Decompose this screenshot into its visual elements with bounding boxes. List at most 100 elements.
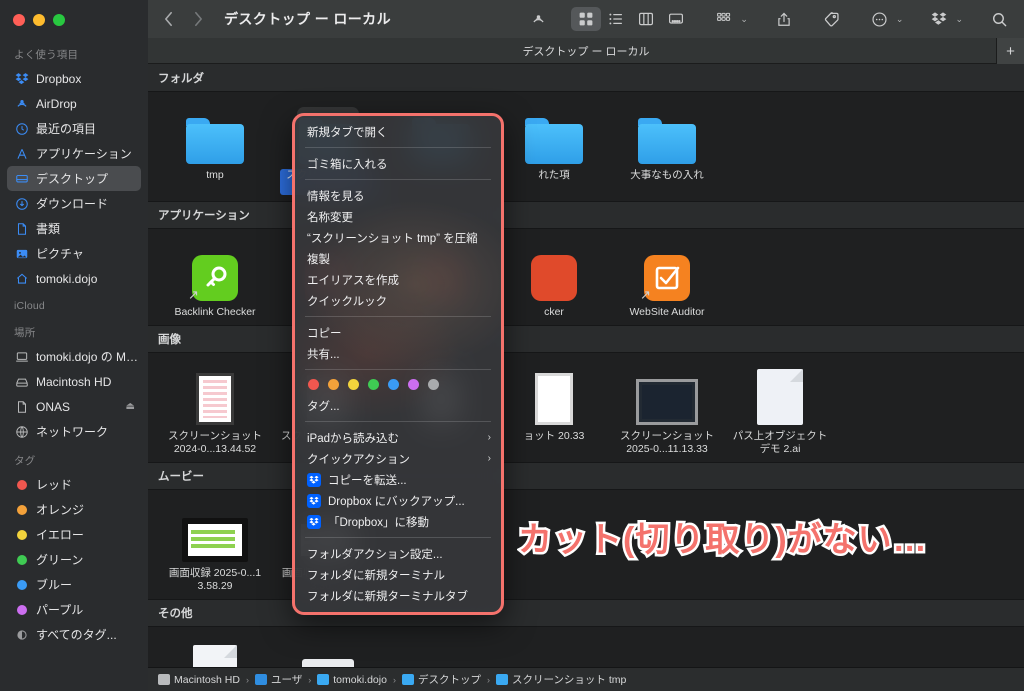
tag-swatch-orange[interactable] [328, 379, 339, 390]
chevron-down-icon[interactable]: ⌄ [955, 14, 963, 25]
eject-icon[interactable]: ⏏ [126, 401, 135, 412]
view-list[interactable] [601, 7, 631, 31]
group-by-button[interactable] [709, 7, 739, 31]
new-tab-button[interactable]: + [996, 38, 1024, 64]
more-actions-button[interactable] [865, 7, 895, 31]
file-item[interactable]: パス上オブジェクト デモ 2.ai [731, 363, 829, 456]
menu-item-duplicate[interactable]: 複製 [295, 248, 501, 269]
view-icon-grid[interactable] [571, 7, 602, 31]
sidebar-item-downloads[interactable]: ダウンロード [7, 191, 141, 216]
tag-swatch-yellow[interactable] [348, 379, 359, 390]
file-item[interactable]: ↗ WebSite Auditor [618, 239, 716, 319]
dropbox-icon[interactable] [924, 7, 954, 31]
sidebar-item-desktop[interactable]: デスクトップ [7, 166, 141, 191]
sidebar-item-onas[interactable]: ONAS ⏏ [7, 394, 141, 419]
file-item[interactable]: れた項 [505, 102, 603, 195]
file-item[interactable]: ↗ Backlink Checker [166, 239, 264, 319]
menu-item-compress[interactable]: “スクリーンショット tmp” を圧縮 [295, 227, 501, 248]
file-item[interactable]: ョット 20.33 [505, 363, 603, 456]
sidebar-item-all-tags[interactable]: すべてのタグ... [7, 622, 141, 647]
file-item[interactable]: スクリーンショット 2025-0...11.13.33 [618, 363, 716, 456]
file-item[interactable]: 大事なもの入れ [618, 102, 716, 195]
tag-swatch-green[interactable] [368, 379, 379, 390]
file-item[interactable]: 画面収録 2025-0...13.58.29 [166, 500, 264, 593]
back-button[interactable] [156, 7, 180, 31]
tag-dot-icon [14, 552, 29, 567]
menu-item-quick-actions[interactable]: クイックアクション › [295, 448, 501, 469]
menu-item-tags[interactable]: タグ... [295, 395, 501, 416]
menu-item-move-to-trash[interactable]: ゴミ箱に入れる [295, 153, 501, 174]
tag-swatch-blue[interactable] [388, 379, 399, 390]
menu-item-label: ゴミ箱に入れる [307, 158, 388, 171]
path-item-home[interactable]: tomoki.dojo [317, 674, 387, 686]
maximize-button[interactable] [53, 14, 65, 26]
file-item[interactable]: tmp [166, 102, 264, 195]
sidebar-item-label: Dropbox [36, 71, 82, 86]
close-button[interactable] [13, 14, 25, 26]
file-item[interactable] [166, 637, 264, 667]
view-column[interactable] [631, 7, 661, 31]
menu-item-folder-actions-setup[interactable]: フォルダアクション設定... [295, 543, 501, 564]
sidebar-item-airdrop[interactable]: AirDrop [7, 91, 141, 116]
chevron-down-icon[interactable]: ⌄ [896, 14, 904, 25]
menu-item-new-terminal-at-folder[interactable]: フォルダに新規ターミナル [295, 564, 501, 585]
sidebar-item-tag-orange[interactable]: オレンジ [7, 497, 141, 522]
sidebar-item-recents[interactable]: 最近の項目 [7, 116, 141, 141]
menu-item-label: タグ... [307, 400, 340, 413]
menu-item-backup-to-dropbox[interactable]: Dropbox にバックアップ... [295, 490, 501, 511]
menu-item-move-to-dropbox[interactable]: 「Dropbox」に移動 [295, 511, 501, 532]
minimize-button[interactable] [33, 14, 45, 26]
sidebar-item-pictures[interactable]: ピクチャ [7, 241, 141, 266]
sidebar-item-tag-yellow[interactable]: イエロー [7, 522, 141, 547]
tag-swatch-red[interactable] [308, 379, 319, 390]
tab-title[interactable]: デスクトップ ー ローカル [522, 43, 649, 59]
menu-separator [305, 147, 491, 148]
tag-color-swatches[interactable] [295, 375, 501, 395]
sidebar-item-tag-blue[interactable]: ブルー [7, 572, 141, 597]
tag-swatch-gray[interactable] [428, 379, 439, 390]
search-icon[interactable] [984, 7, 1014, 31]
path-item-desktop[interactable]: デスクトップ [401, 672, 481, 687]
file-item[interactable]: cker [505, 239, 603, 319]
menu-item-make-alias[interactable]: エイリアスを作成 [295, 269, 501, 290]
menu-item-copy[interactable]: コピー [295, 322, 501, 343]
share-icon[interactable] [769, 7, 799, 31]
sidebar-item-network[interactable]: ネットワーク [7, 419, 141, 444]
context-menu[interactable]: 新規タブで開く ゴミ箱に入れる 情報を見る 名称変更 “スクリーンショット tm… [292, 113, 504, 615]
sidebar-item-dropbox[interactable]: Dropbox [7, 66, 141, 91]
chevron-down-icon[interactable]: ⌄ [740, 14, 748, 25]
sidebar-item-tag-purple[interactable]: パープル [7, 597, 141, 622]
menu-item-get-info[interactable]: 情報を見る [295, 185, 501, 206]
view-gallery[interactable] [661, 7, 691, 31]
path-item-users[interactable]: ユーザ [254, 672, 302, 687]
sidebar-item-applications[interactable]: アプリケーション [7, 141, 141, 166]
laptop-icon [14, 349, 29, 364]
pictures-icon [14, 246, 29, 261]
sidebar-item-macintosh-hd[interactable]: Macintosh HD [7, 369, 141, 394]
menu-item-quick-look[interactable]: クイックルック [295, 290, 501, 311]
sidebar-item-mac[interactable]: tomoki.dojo の Ma... [7, 344, 141, 369]
sidebar-item-tag-green[interactable]: グリーン [7, 547, 141, 572]
tag-icon[interactable] [817, 7, 847, 31]
path-item-macintosh-hd[interactable]: Macintosh HD [158, 674, 240, 686]
airdrop-icon[interactable] [523, 7, 553, 31]
sidebar-item-tag-red[interactable]: レッド [7, 472, 141, 497]
sidebar-item-documents[interactable]: 書類 [7, 216, 141, 241]
menu-item-share[interactable]: 共有... [295, 343, 501, 364]
menu-item-rename[interactable]: 名称変更 [295, 206, 501, 227]
sidebar-item-home[interactable]: tomoki.dojo [7, 266, 141, 291]
menu-item-new-terminal-tab-at-folder[interactable]: フォルダに新規ターミナルタブ [295, 585, 501, 606]
path-item-current-folder[interactable]: スクリーンショット tmp [495, 672, 626, 687]
view-mode-group [571, 7, 691, 31]
menu-item-import-from-ipad[interactable]: iPadから読み込む › [295, 427, 501, 448]
tag-swatch-purple[interactable] [408, 379, 419, 390]
clock-icon [14, 121, 29, 136]
misc-file-icon [302, 637, 354, 667]
path-separator: › [245, 674, 249, 685]
menu-item-label: クイックルック [307, 295, 388, 308]
forward-button[interactable] [186, 7, 210, 31]
file-item[interactable] [279, 637, 377, 667]
menu-item-open-in-new-tab[interactable]: 新規タブで開く [295, 121, 501, 142]
file-item[interactable]: スクリーンショット 2024-0...13.44.52 [166, 363, 264, 456]
menu-item-transfer-copy[interactable]: コピーを転送... [295, 469, 501, 490]
